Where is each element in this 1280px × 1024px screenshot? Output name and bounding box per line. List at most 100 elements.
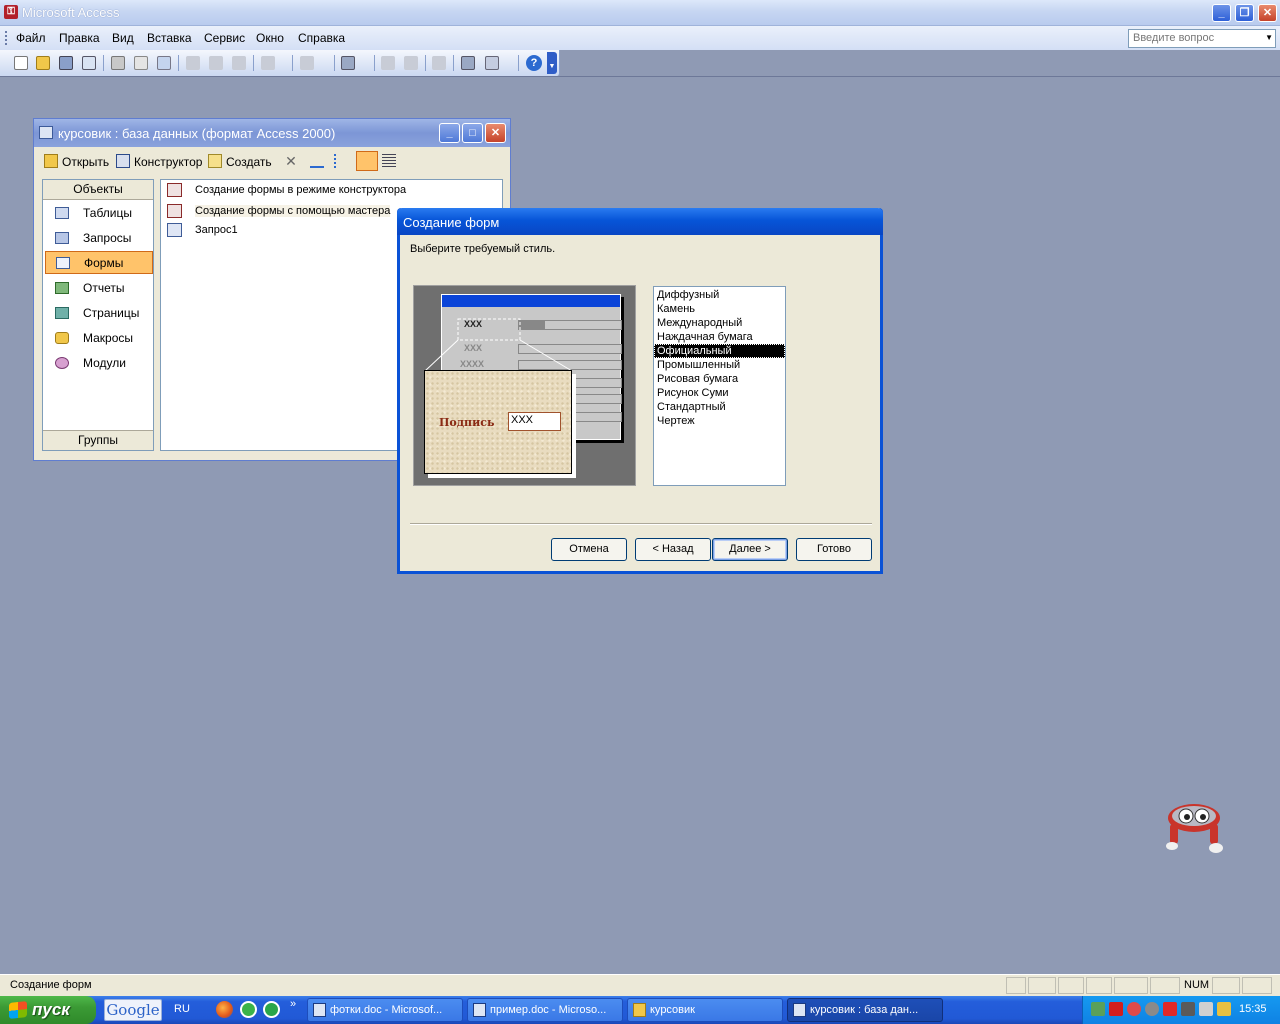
groups-footer[interactable]: Группы: [43, 430, 153, 450]
undo-icon[interactable]: [261, 56, 275, 70]
menu-window[interactable]: Окно: [256, 31, 284, 45]
style-option[interactable]: Международный: [654, 316, 785, 330]
database-window-titlebar[interactable]: курсовик : база данных (формат Access 20…: [34, 119, 510, 147]
taskbar-button[interactable]: фотки.doc - Microsof...: [307, 998, 463, 1022]
menu-view[interactable]: Вид: [112, 31, 134, 45]
status-cell: [1006, 977, 1026, 994]
save-icon[interactable]: [59, 56, 73, 70]
style-listbox[interactable]: Диффузный Камень Международный Наждачная…: [653, 286, 786, 486]
list-item[interactable]: Создание формы с помощью мастера: [165, 202, 391, 220]
large-icons-icon[interactable]: [310, 154, 324, 168]
open-button[interactable]: Открыть: [62, 155, 109, 169]
antivirus-icon[interactable]: [1163, 1002, 1177, 1016]
menu-file[interactable]: Файл: [16, 31, 46, 45]
ask-question-box[interactable]: Введите вопрос ▼: [1128, 29, 1276, 48]
objects-header[interactable]: Объекты: [43, 180, 153, 200]
print-icon[interactable]: [111, 56, 125, 70]
db-maximize-button[interactable]: □: [462, 123, 483, 143]
minimize-button[interactable]: _: [1212, 4, 1231, 22]
menu-tools[interactable]: Сервис: [204, 31, 245, 45]
cancel-button[interactable]: Отмена: [551, 538, 627, 561]
style-option[interactable]: Чертеж: [654, 414, 785, 428]
style-option[interactable]: Камень: [654, 302, 785, 316]
tray-disk-icon[interactable]: [1145, 1002, 1159, 1016]
menu-help[interactable]: Справка: [298, 31, 345, 45]
style-option[interactable]: Рисовая бумага: [654, 372, 785, 386]
help-icon[interactable]: ?: [526, 55, 542, 71]
object-macros[interactable]: Макросы: [45, 327, 153, 350]
object-queries[interactable]: Запросы: [45, 227, 153, 250]
next-button[interactable]: Далее >: [712, 538, 788, 561]
volume-icon[interactable]: [1199, 1002, 1213, 1016]
style-option[interactable]: Промышленный: [654, 358, 785, 372]
object-tables[interactable]: Таблицы: [45, 202, 153, 225]
office-links-icon[interactable]: [300, 56, 314, 70]
small-icons-icon[interactable]: [334, 154, 348, 168]
new-object-icon[interactable]: [485, 56, 499, 70]
menu-insert[interactable]: Вставка: [147, 31, 192, 45]
list-item[interactable]: Запрос1: [165, 221, 238, 239]
script-icon[interactable]: [404, 56, 418, 70]
menu-edit[interactable]: Правка: [59, 31, 100, 45]
details-view-icon[interactable]: [382, 154, 396, 168]
style-option[interactable]: Наждачная бумага: [654, 330, 785, 344]
list-view-icon[interactable]: [356, 151, 378, 171]
properties-icon[interactable]: [432, 56, 446, 70]
delete-icon[interactable]: ✕: [284, 154, 298, 168]
style-option[interactable]: Стандартный: [654, 400, 785, 414]
list-item[interactable]: Создание формы в режиме конструктора: [165, 181, 406, 199]
back-button[interactable]: < Назад: [635, 538, 711, 561]
db-minimize-button[interactable]: _: [439, 123, 460, 143]
close-button[interactable]: ✕: [1258, 4, 1277, 22]
taskbar-button[interactable]: пример.doc - Microso...: [467, 998, 623, 1022]
code-icon[interactable]: [381, 56, 395, 70]
style-option[interactable]: Диффузный: [654, 288, 785, 302]
create-button[interactable]: Создать: [226, 155, 272, 169]
toolbar-separator: [292, 55, 293, 71]
office-assistant-icon[interactable]: [1162, 798, 1226, 856]
access-key-icon[interactable]: ⚿: [4, 5, 18, 19]
style-option[interactable]: Рисунок Суми: [654, 386, 785, 400]
file-search-icon[interactable]: [82, 56, 96, 70]
restore-button[interactable]: ❐: [1235, 4, 1254, 22]
google-toolbar-box[interactable]: Google: [104, 999, 162, 1021]
relationships-icon[interactable]: [461, 56, 475, 70]
analyze-icon[interactable]: [341, 56, 355, 70]
copy-icon[interactable]: [209, 56, 223, 70]
tray-app-icon[interactable]: [1181, 1002, 1195, 1016]
quick-launch-more[interactable]: »: [290, 998, 296, 1010]
firefox-icon[interactable]: [216, 1001, 233, 1018]
form-wizard-titlebar[interactable]: Создание форм: [397, 208, 883, 235]
spelling-icon[interactable]: [157, 56, 171, 70]
icq-icon[interactable]: [240, 1001, 257, 1018]
menu-grip[interactable]: [5, 31, 8, 45]
chevron-down-icon[interactable]: ▼: [1265, 33, 1273, 42]
status-cell: [1086, 977, 1112, 994]
style-option-selected[interactable]: Официальный: [654, 344, 785, 358]
language-indicator[interactable]: RU: [174, 1003, 190, 1015]
tray-network-icon[interactable]: [1091, 1002, 1105, 1016]
print-preview-icon[interactable]: [134, 56, 148, 70]
tray-mail-icon[interactable]: [1127, 1002, 1141, 1016]
object-forms[interactable]: Формы: [45, 251, 153, 274]
toolbar-options-icon[interactable]: ▼: [547, 52, 557, 74]
finish-button[interactable]: Готово: [796, 538, 872, 561]
db-close-button[interactable]: ✕: [485, 123, 506, 143]
object-pages[interactable]: Страницы: [45, 302, 153, 325]
tray-security-icon[interactable]: [1217, 1002, 1231, 1016]
new-icon[interactable]: [14, 56, 28, 70]
object-label: Формы: [84, 256, 124, 270]
utorrent-icon[interactable]: [263, 1001, 280, 1018]
object-reports[interactable]: Отчеты: [45, 277, 153, 300]
create-icon: [208, 154, 222, 168]
ask-question-placeholder: Введите вопрос: [1133, 32, 1215, 44]
paste-icon[interactable]: [232, 56, 246, 70]
start-button[interactable]: пуск: [0, 996, 96, 1024]
design-button[interactable]: Конструктор: [134, 155, 202, 169]
taskbar-button[interactable]: курсовик: [627, 998, 783, 1022]
taskbar-button-active[interactable]: курсовик : база дан...: [787, 998, 943, 1022]
cut-icon[interactable]: [186, 56, 200, 70]
object-modules[interactable]: Модули: [45, 352, 153, 375]
open-folder-icon[interactable]: [36, 56, 50, 70]
ati-icon[interactable]: [1109, 1002, 1123, 1016]
